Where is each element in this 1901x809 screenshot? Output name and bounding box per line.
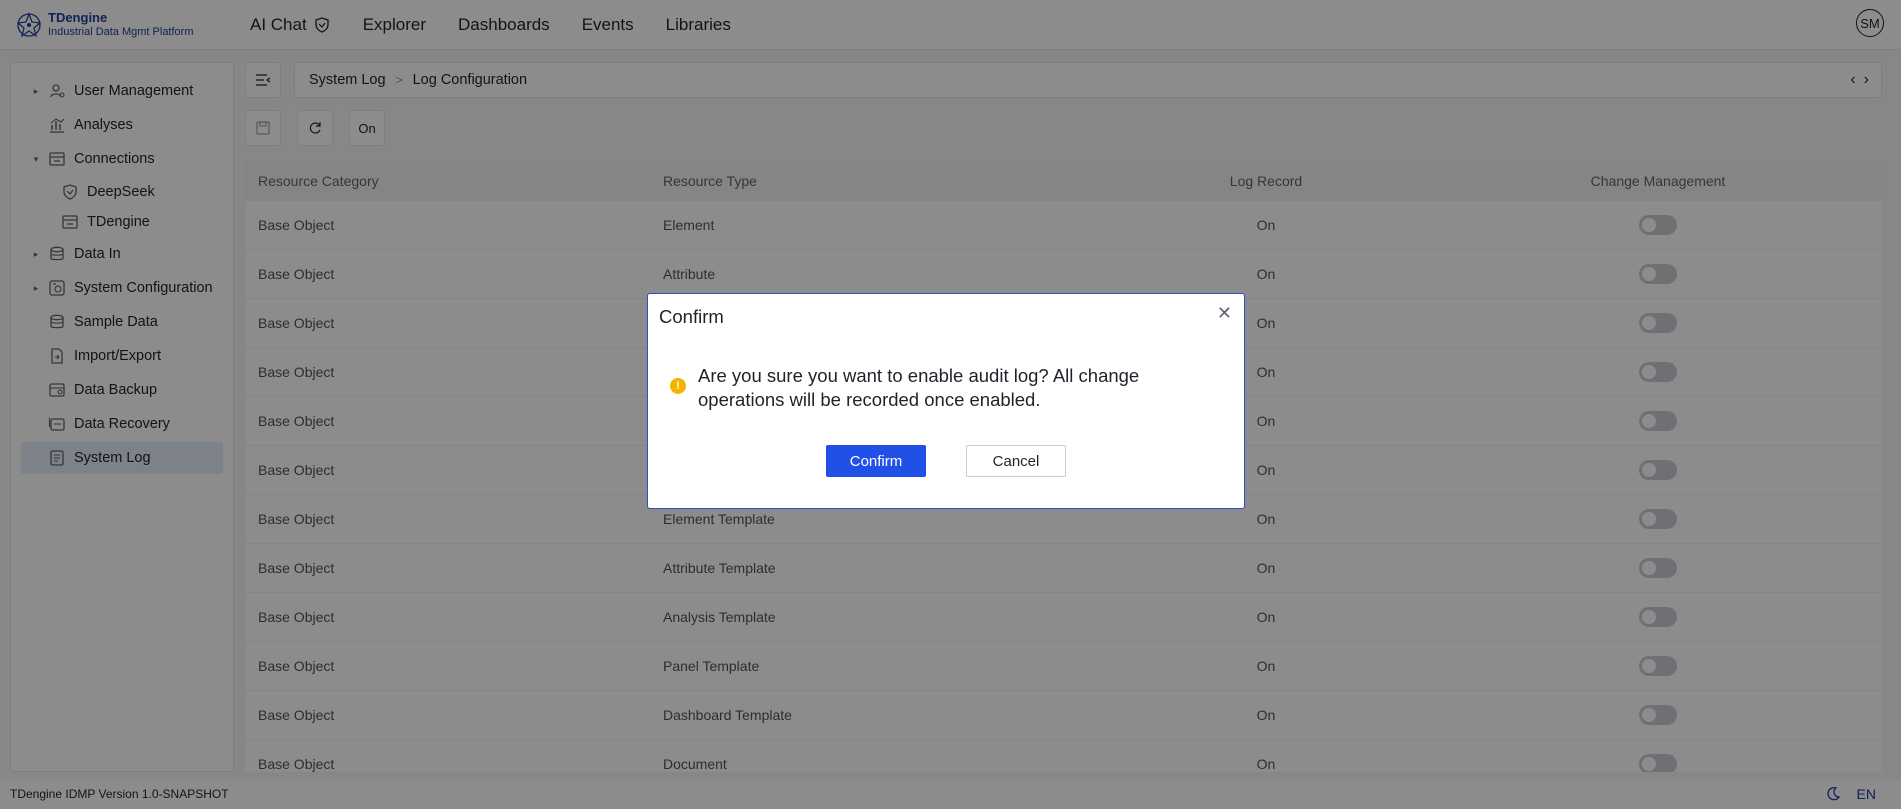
close-icon[interactable]: ✕ <box>1217 303 1232 324</box>
dialog-message: Are you sure you want to enable audit lo… <box>698 365 1140 410</box>
confirm-dialog: Confirm ✕ ! Are you sure you want to ena… <box>647 293 1245 509</box>
confirm-button[interactable]: Confirm <box>826 445 926 477</box>
dialog-title: Confirm <box>659 306 724 327</box>
warning-icon: ! <box>670 378 686 394</box>
cancel-button[interactable]: Cancel <box>966 445 1066 477</box>
